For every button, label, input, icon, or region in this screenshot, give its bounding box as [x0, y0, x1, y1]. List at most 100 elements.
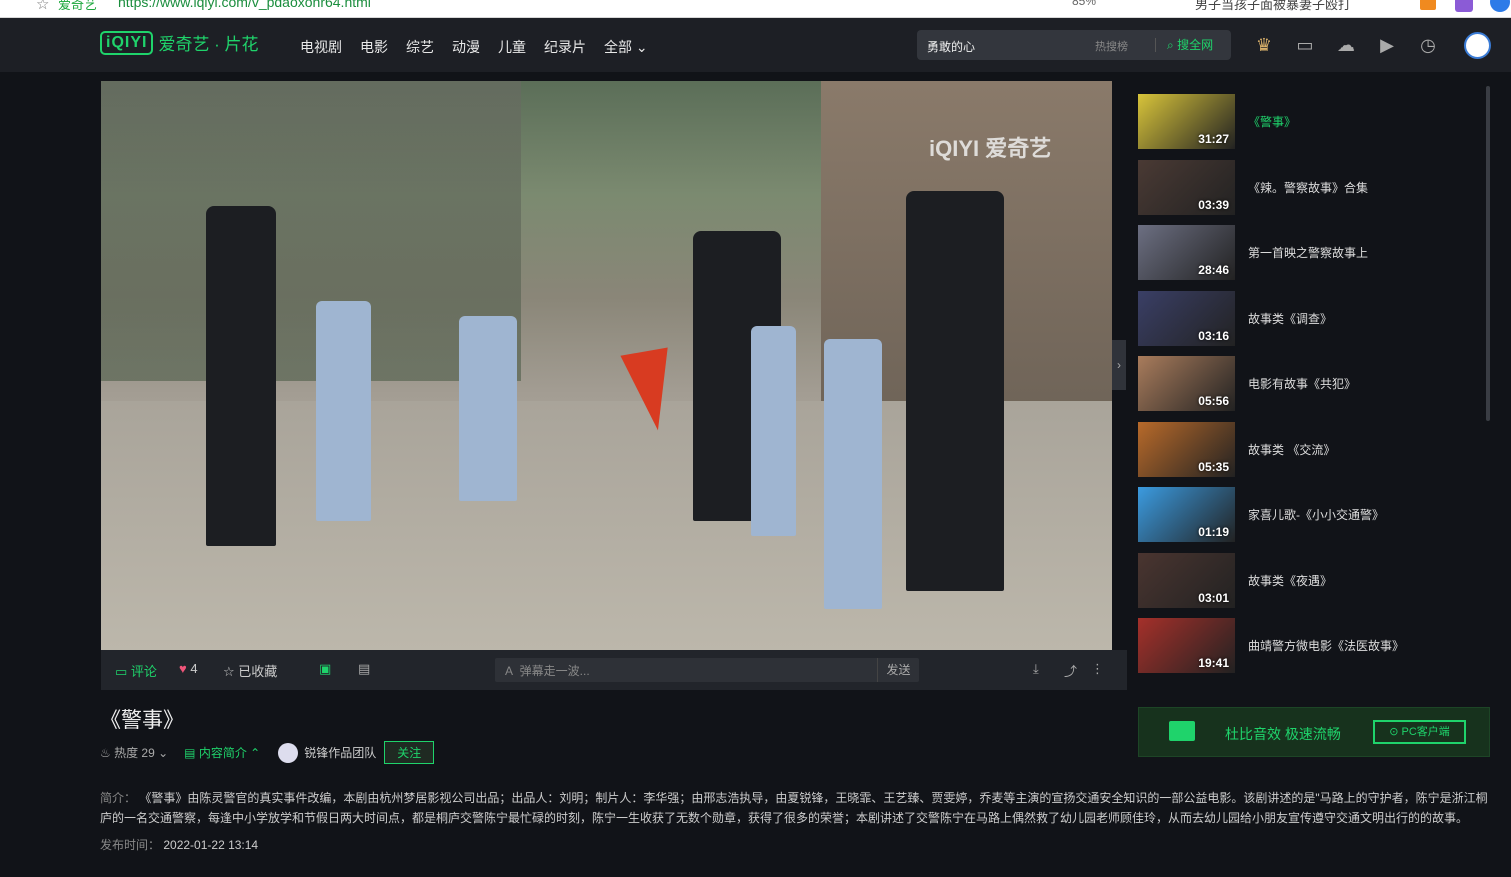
playlist-thumbnail[interactable]: 03:39	[1138, 159, 1235, 215]
duration-label: 28:46	[1198, 263, 1229, 277]
playlist-thumbnail[interactable]: 03:16	[1138, 290, 1235, 346]
video-player[interactable]: iQIYI 爱奇艺	[101, 81, 1112, 650]
playlist-item[interactable]: 19:41 曲靖警方微电影《法医故事》	[1138, 615, 1488, 681]
game-controller-icon[interactable]: ▭	[1293, 35, 1317, 57]
intro-toggle-label: 内容简介 ⌃	[198, 746, 261, 760]
playlist-item[interactable]: 05:35 故事类 《交流》	[1138, 419, 1488, 485]
favorite-button[interactable]: ☆ 已收藏	[223, 661, 277, 680]
nav-item-movie[interactable]: 电影	[360, 37, 388, 57]
danmu-placeholder: A 弹幕走一波...	[505, 664, 590, 678]
playlist-item[interactable]: 03:39 《辣。警察故事》合集	[1138, 157, 1488, 223]
danmu-toggle-icon[interactable]: ▣	[319, 661, 331, 677]
playlist-item[interactable]: 03:01 故事类《夜遇》	[1138, 550, 1488, 616]
like-count: 4	[190, 661, 198, 676]
playlist-scrollbar[interactable]	[1486, 86, 1490, 421]
download-icon[interactable]: ⤓	[1033, 661, 1039, 677]
bookmark-star-icon[interactable]: ☆	[36, 0, 49, 13]
address-bar[interactable]: https://www.iqiyi.com/v_pdaoxohr64.html	[118, 0, 371, 10]
like-button[interactable]: ♥ 4	[179, 661, 198, 676]
child-figure	[316, 301, 371, 521]
heat-indicator[interactable]: ♨ 热度 29 ⌄	[100, 744, 168, 761]
upload-cloud-icon[interactable]: ☁	[1334, 35, 1358, 57]
playlist-item[interactable]: 28:46 第一首映之警察故事上	[1138, 222, 1488, 288]
header-icons: ♛ ▭ ☁ ▶ ◷	[1252, 35, 1457, 57]
playlist: 31:27 《警事》 03:39 《辣。警察故事》合集 28:46 第一首映之警察故事上 0…	[1138, 91, 1488, 681]
playlist-item[interactable]: 31:27 《警事》	[1138, 91, 1488, 157]
nav-item-anime[interactable]: 动漫	[452, 37, 480, 57]
nav-item-variety[interactable]: 综艺	[406, 37, 434, 57]
duration-label: 03:39	[1198, 197, 1229, 212]
pc-monitor-icon	[1169, 721, 1195, 741]
site-logo[interactable]: iQIYI 爱奇艺 · 片花	[100, 30, 259, 55]
playlist-thumbnail[interactable]: 05:35	[1138, 421, 1235, 477]
video-play-icon[interactable]: ▶	[1375, 35, 1399, 57]
duration-label: 05:35	[1198, 459, 1229, 474]
playlist-item[interactable]: 01:19 家喜儿歌-《小小交通警》	[1138, 484, 1488, 550]
playlist-thumbnail[interactable]: 31:27	[1138, 94, 1235, 149]
intro-toggle[interactable]: ▤ 内容简介 ⌃	[184, 744, 260, 761]
playlist-thumbnail[interactable]: 28:46	[1138, 225, 1235, 280]
duration-label: 03:16	[1198, 328, 1229, 343]
comment-button[interactable]: ▭ 评论	[115, 661, 157, 680]
pc-client-button[interactable]: ⊙ PC客户端	[1373, 720, 1466, 744]
search-all-button[interactable]: ⌕ 搜全网	[1167, 36, 1213, 53]
extension-blue-icon[interactable]	[1490, 0, 1510, 12]
danmu-settings-icon[interactable]: ▤	[358, 661, 370, 677]
browser-hot-news[interactable]: 男子当孩子面被暴妻子殴打	[1195, 0, 1351, 13]
duration-label: 19:41	[1198, 656, 1229, 670]
search-input[interactable]: 勇敢的心	[927, 38, 975, 55]
nav-item-all[interactable]: 全部 ⌄	[604, 37, 648, 57]
team-avatar[interactable]	[278, 742, 299, 763]
pc-client-promo[interactable]: 杜比音效 极速流畅 ⊙ PC客户端	[1138, 707, 1490, 757]
desc-text: 《警事》由陈灵警官的真实事件改编，本剧由杭州梦居影视公司出品；出品人：刘明；制片…	[100, 791, 1488, 825]
nav-item-documentary[interactable]: 纪录片	[544, 37, 586, 57]
more-icon[interactable]: ⋮	[1091, 661, 1104, 677]
heart-icon: ♥	[179, 661, 187, 676]
playlist-thumbnail[interactable]: 01:19	[1138, 487, 1235, 542]
history-clock-icon[interactable]: ◷	[1416, 35, 1440, 57]
playlist-item-title[interactable]: 曲靖警方微电影《法医故事》	[1248, 637, 1404, 654]
duration-label: 05:56	[1198, 394, 1229, 408]
user-avatar[interactable]	[1464, 32, 1491, 59]
pc-client-label: PC客户端	[1401, 726, 1450, 738]
brand-text: 爱奇艺 · 片花	[158, 35, 259, 54]
playlist-item-title[interactable]: 故事类 《交流》	[1248, 441, 1335, 458]
playlist-item-title[interactable]: 故事类《调查》	[1248, 310, 1332, 327]
playlist-item-title[interactable]: 家喜儿歌-《小小交通警》	[1248, 506, 1384, 523]
follow-button[interactable]: 关注	[384, 741, 435, 764]
share-icon[interactable]: ⤴	[1064, 661, 1077, 680]
playlist-item-title[interactable]: 故事类《夜遇》	[1248, 572, 1332, 589]
star-icon: ☆	[223, 664, 235, 679]
search-box[interactable]: 勇敢的心 热搜榜 ⌕ 搜全网	[917, 30, 1231, 60]
playlist-item-title[interactable]: 《警事》	[1248, 113, 1296, 130]
tab-site-name: 爱奇艺	[58, 0, 98, 12]
vip-crown-icon[interactable]: ♛	[1252, 35, 1276, 57]
officer-figure	[206, 206, 276, 546]
video-title: 《警事》	[100, 709, 184, 732]
child-figure	[459, 316, 517, 501]
nav-item-kids[interactable]: 儿童	[498, 37, 526, 57]
extension-orange-icon[interactable]	[1420, 0, 1436, 10]
playlist-item[interactable]: 03:16 故事类《调查》	[1138, 288, 1488, 354]
publish-label: 发布时间：	[100, 838, 161, 852]
playlist-item-title[interactable]: 《辣。警察故事》合集	[1248, 179, 1368, 196]
desc-label: 简介：	[100, 791, 137, 805]
playlist-toggle-arrow[interactable]: ›	[1112, 340, 1126, 390]
extension-purple-icon[interactable]	[1455, 0, 1473, 12]
playlist-thumbnail[interactable]: 19:41	[1138, 618, 1235, 673]
playlist-item-title[interactable]: 第一首映之警察故事上	[1248, 244, 1368, 261]
playlist-thumbnail[interactable]: 03:01	[1138, 552, 1235, 608]
player-watermark: iQIYI 爱奇艺	[929, 136, 1052, 161]
iqiyi-logo-icon: iQIYI	[100, 30, 154, 55]
nav-item-tv[interactable]: 电视剧	[300, 37, 342, 57]
hot-search-link[interactable]: 热搜榜	[1095, 38, 1128, 54]
zoom-level[interactable]: 85%	[1072, 0, 1096, 8]
playlist-item[interactable]: 05:56 电影有故事《共犯》	[1138, 353, 1488, 419]
playlist-item-title[interactable]: 电影有故事《共犯》	[1248, 375, 1356, 392]
danmu-send-button[interactable]: 发送	[877, 658, 919, 682]
danmu-input[interactable]: A 弹幕走一波... 发送	[495, 658, 919, 682]
playlist-thumbnail[interactable]: 05:56	[1138, 356, 1235, 411]
team-name[interactable]: 锐锋作品团队	[304, 744, 376, 761]
promo-text: 杜比音效 极速流畅	[1225, 726, 1341, 742]
browser-bar: ☆ 爱奇艺 https://www.iqiyi.com/v_pdaoxohr64…	[0, 0, 1511, 18]
